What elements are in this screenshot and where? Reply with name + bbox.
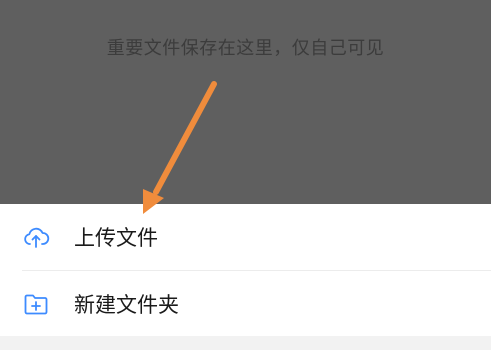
cloud-upload-icon	[22, 223, 50, 251]
new-folder-icon	[22, 290, 50, 318]
upload-file-button[interactable]: 上传文件	[0, 204, 491, 270]
dimmed-background[interactable]: 重要文件保存在这里，仅自己可见	[0, 0, 491, 204]
upload-file-label: 上传文件	[74, 226, 158, 250]
sheet-bottom-strip	[0, 336, 491, 350]
empty-state-hint: 重要文件保存在这里，仅自己可见	[106, 38, 385, 59]
action-sheet: 上传文件 新建文件夹	[0, 204, 491, 350]
new-folder-label: 新建文件夹	[74, 293, 179, 317]
new-folder-button[interactable]: 新建文件夹	[0, 271, 491, 337]
